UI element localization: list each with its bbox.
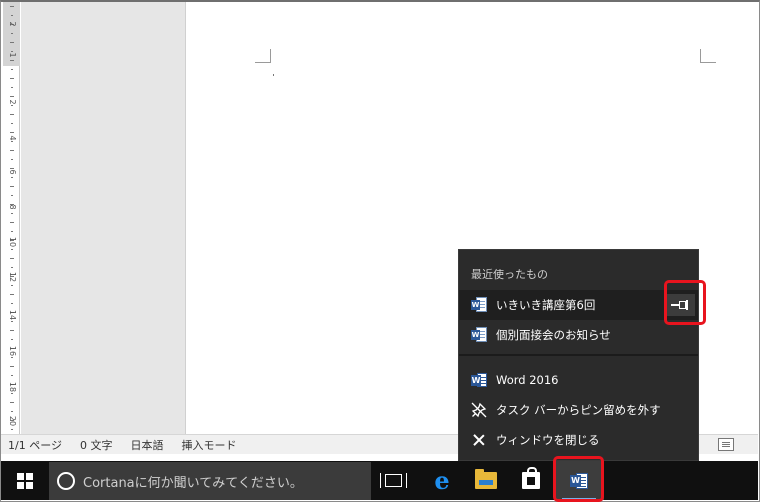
- word-app-label: Word 2016: [496, 373, 559, 387]
- close-window-label: ウィンドウを閉じる: [496, 433, 600, 447]
- ruler-tick: [11, 33, 13, 34]
- vertical-ruler[interactable]: 2 2 4 6 8 10 12 14 16 18 20 1: [3, 2, 20, 434]
- ruler-tick: [10, 366, 14, 367]
- ruler-tick: [10, 258, 14, 259]
- ruler-number: 2: [8, 21, 17, 27]
- ruler-number: 10: [8, 236, 17, 248]
- task-view-icon: [379, 473, 407, 488]
- status-language[interactable]: 日本語: [130, 437, 163, 453]
- ruler-tick: [10, 186, 14, 187]
- ruler-tick: [11, 249, 13, 250]
- edge-button[interactable]: e: [422, 461, 462, 500]
- document-left-margin-area: [21, 2, 186, 434]
- store-bag-icon: [522, 467, 540, 489]
- ruler-tick: [11, 15, 13, 16]
- ruler-tick: [11, 303, 13, 304]
- status-word-count[interactable]: 0 文字: [80, 437, 113, 453]
- ruler-tick: [10, 114, 14, 115]
- ruler-tick: [11, 231, 13, 232]
- recent-heading: 最近使ったもの: [471, 268, 548, 281]
- ruler-tick: [11, 123, 13, 124]
- word-icon: W: [471, 372, 487, 388]
- edge-icon: e: [434, 465, 450, 495]
- text-cursor: [273, 74, 274, 76]
- unpin-label: タスク バーからピン留めを外す: [496, 403, 661, 417]
- status-input-mode[interactable]: 挿入モード: [181, 437, 236, 453]
- recent-item[interactable]: W 個別面接会のお知らせ: [459, 320, 698, 350]
- jump-list-divider: [459, 354, 698, 356]
- file-explorer-button[interactable]: [466, 461, 506, 500]
- cortana-icon: [57, 472, 75, 490]
- word-document-icon: W: [471, 297, 487, 313]
- word-button-highlight-box: [553, 456, 604, 502]
- ruler-number: 1: [8, 52, 17, 58]
- start-button[interactable]: [1, 461, 49, 500]
- ruler-tick: [11, 429, 13, 430]
- status-page-count[interactable]: 1/1 ページ: [8, 437, 62, 453]
- task-view-button[interactable]: [373, 461, 413, 500]
- ruler-number: 6: [8, 169, 17, 175]
- ruler-tick: [10, 78, 14, 79]
- ruler-tick: [10, 6, 14, 7]
- word-jump-list: 最近使ったもの W いきいき講座第6回 W 個別面接会のお知らせ W Word …: [458, 249, 699, 461]
- close-icon: [471, 432, 487, 448]
- read-mode-view-icon[interactable]: [718, 438, 734, 451]
- close-window[interactable]: ウィンドウを閉じる: [459, 425, 698, 455]
- pin-highlight-box: [664, 280, 706, 325]
- margin-corner-top-left: [255, 49, 271, 63]
- unpin-from-taskbar[interactable]: タスク バーからピン留めを外す: [459, 395, 698, 425]
- ruler-tick: [11, 87, 13, 88]
- taskbar: Cortanaに何か聞いてみてください。 e W: [1, 461, 758, 500]
- store-button[interactable]: [511, 461, 551, 500]
- ruler-tick: [11, 159, 13, 160]
- cortana-search-box[interactable]: Cortanaに何か聞いてみてください。: [49, 462, 371, 500]
- ruler-tick: [10, 402, 14, 403]
- ruler-number: 14: [8, 309, 17, 321]
- ruler-number: 16: [8, 345, 17, 357]
- ruler-tick: [11, 411, 13, 412]
- ruler-tick: [11, 69, 13, 70]
- ruler-tick: [10, 42, 14, 43]
- ruler-number: 4: [8, 135, 17, 141]
- ruler-tick: [10, 330, 14, 331]
- ruler-tick: [11, 339, 13, 340]
- ruler-tick: [11, 375, 13, 376]
- ruler-tick: [11, 267, 13, 268]
- margin-corner-top-right: [700, 49, 716, 63]
- ruler-number: 20: [8, 415, 17, 427]
- windows-logo-icon: [17, 472, 33, 489]
- recent-item-label: いきいき講座第6回: [496, 298, 596, 312]
- recent-item-label: 個別面接会のお知らせ: [496, 328, 611, 342]
- ruler-tick: [11, 195, 13, 196]
- recent-item[interactable]: W いきいき講座第6回: [459, 290, 698, 320]
- ruler-number: 18: [8, 381, 17, 393]
- ruler-tick: [10, 150, 14, 151]
- ruler-number: 12: [8, 271, 17, 283]
- search-placeholder: Cortanaに何か聞いてみてください。: [83, 475, 303, 491]
- word-document-icon: W: [471, 327, 487, 343]
- ruler-number: 2: [8, 99, 17, 105]
- ruler-number: 8: [8, 204, 17, 210]
- folder-icon: [475, 469, 497, 489]
- ruler-tick: [10, 294, 14, 295]
- ruler-tick: [11, 285, 13, 286]
- unpin-icon: [471, 402, 487, 418]
- ruler-tick: [10, 222, 14, 223]
- open-word-app[interactable]: W Word 2016: [459, 365, 698, 395]
